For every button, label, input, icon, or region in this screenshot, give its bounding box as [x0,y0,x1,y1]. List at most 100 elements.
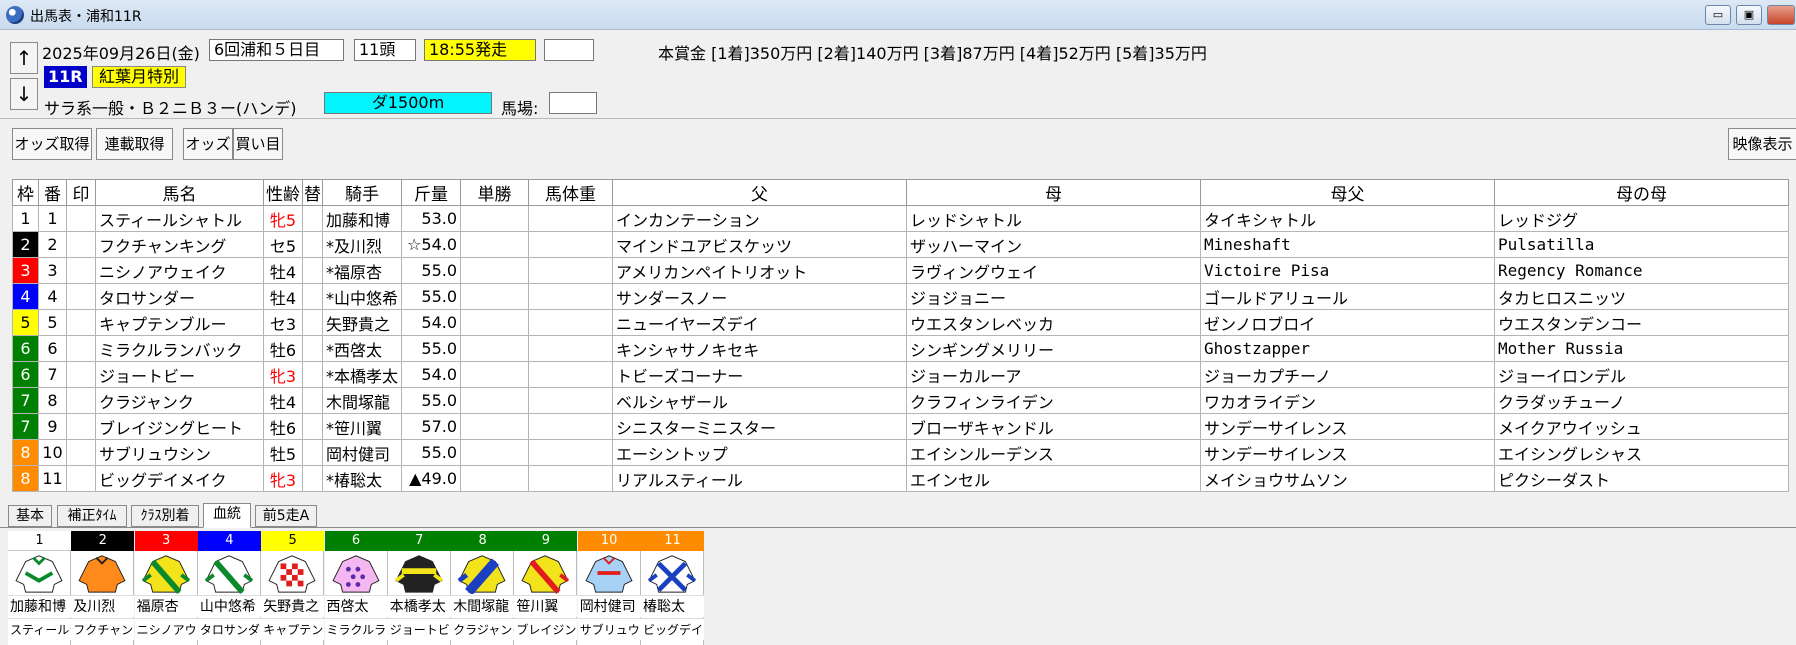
dam-name: エインセル [906,465,1202,492]
body-weight [528,413,614,440]
going-label: 馬場: [501,99,539,118]
jockey-change [302,231,323,258]
body-weight [528,309,614,336]
carried-weight: ☆54.0 [401,231,462,258]
close-button[interactable] [1767,5,1795,25]
prev-race-button[interactable]: ↑ [10,42,38,74]
entry-table: 枠 番 印 馬名 性齢 替 騎手 斤量 単勝 馬体重 父 母 母父 母の母 11… [12,179,1790,492]
jockey-silks-icon [11,552,67,594]
table-row[interactable]: 8 11 ビッグデイメイク 牝3 *椿聡太 ▲49.0 リアルスティール エインセル メイショウ… [12,465,1790,492]
jockey-silks-icon [517,552,573,594]
tab-pedigree[interactable]: 血統 [203,503,251,528]
waku-cell: 2 [12,231,39,258]
sire-name: インカンテーション [612,205,908,232]
body-weight [528,283,614,310]
restore-button[interactable]: ▣ [1736,5,1762,25]
table-row[interactable]: 2 2 フクチャンキング セ5 *及川烈 ☆54.0 マインドユアビスケッツ ザッハーマイン M… [12,231,1790,258]
header-number[interactable]: 番 [38,179,67,206]
title-bar: 出馬表・浦和11R ▭ ▣ [0,0,1796,30]
silk-jockey-name: 本橋孝太 [387,595,451,617]
broodmare-sire: Ghostzapper [1200,335,1496,362]
table-row[interactable]: 4 4 タロサンダー 牡4 *山中悠希 55.0 サンダースノー ジョジョニー ゴールドアリュー… [12,283,1790,310]
broodmare-sire: メイショウサムソン [1200,465,1496,492]
header-change[interactable]: 替 [302,179,323,206]
tab-basic[interactable]: 基本 [8,505,52,527]
second-dam: ピクシーダスト [1494,465,1790,492]
table-row[interactable]: 8 10 サブリュウシン 牡5 岡村健司 55.0 エーシントップ エイシンルーデンス サンデー… [12,439,1790,466]
video-button[interactable]: 映像表示 [1728,128,1796,160]
sex-age: 牝5 [263,205,303,232]
header-broodmare-sire[interactable]: 母父 [1200,179,1496,206]
header-weight[interactable]: 斤量 [401,179,462,206]
waku-cell: 8 [12,439,39,466]
header-sire[interactable]: 父 [612,179,908,206]
jockey-name: 岡村健司 [321,439,403,466]
tab-class-results[interactable]: ｸﾗｽ別着 [131,505,199,527]
table-row[interactable]: 7 8 クラジャンク 牡4 木間塚龍 55.0 ベルシャザール クラフィンライデン ワカオライデ… [12,387,1790,414]
win-odds [460,257,530,284]
horse-name: ニシノアウェイク [95,257,264,284]
jockey-name: *福原杏 [321,257,403,284]
header-waku[interactable]: 枠 [12,179,39,206]
header-dam[interactable]: 母 [906,179,1202,206]
silk-card: 1 加藤和博スティールシャトル [8,531,71,645]
second-dam: レッドジグ [1494,205,1790,232]
horse-number: 8 [38,387,67,414]
silk-number: 1 [8,531,71,551]
minimize-button[interactable]: ▭ [1705,5,1731,25]
body-weight [528,335,614,362]
silk-card: 2 及川烈フクチャンキング [71,531,135,645]
bet-button[interactable]: 買い目 [233,128,283,160]
meeting-field: 6回浦和５日目 [209,39,344,61]
post-time: 18:55発走 [424,39,536,61]
waku-cell: 1 [12,205,39,232]
odds-fetch-button[interactable]: オッズ取得 [12,128,92,160]
sire-name: ベルシャザール [612,387,908,414]
header-body-weight[interactable]: 馬体重 [528,179,614,206]
mark-cell [66,231,96,258]
table-row[interactable]: 5 5 キャプテンブルー セ3 矢野貴之 54.0 ニューイヤーズデイ ウエスタンレベッカ ゼン… [12,309,1790,336]
dam-name: ラヴィングウェイ [906,257,1202,284]
tab-last-5-runs[interactable]: 前5走A [255,505,317,527]
second-dam: タカヒロスニッツ [1494,283,1790,310]
jockey-silks-icon [581,552,637,594]
horse-number: 4 [38,283,67,310]
sire-name: ニューイヤーズデイ [612,309,908,336]
table-header-row: 枠 番 印 馬名 性齢 替 騎手 斤量 単勝 馬体重 父 母 母父 母の母 [12,179,1790,206]
header-horse-name[interactable]: 馬名 [95,179,264,206]
table-row[interactable]: 7 9 ブレイジングヒート 牡6 *笹川翼 57.0 シニスターミニスター ブローザキャンドル… [12,413,1790,440]
mark-cell [66,257,96,284]
quinella-fetch-button[interactable]: 連載取得 [96,128,173,160]
dam-name: シンギングメリリー [906,335,1202,362]
prize-money: 本賞金 [1着]350万円 [2着]140万円 [3着]87万円 [4着]52万… [658,44,1207,63]
waku-cell: 7 [12,387,39,414]
odds-button[interactable]: オッズ [183,128,233,160]
silk-jockey-name: 福原杏 [134,595,198,617]
table-row[interactable]: 1 1 スティールシャトル 牝5 加藤和博 53.0 インカンテーション レッドシャトル タイキ… [12,205,1790,232]
silk-horse-name: キャプテンブルー [261,618,325,640]
waku-cell: 7 [12,413,39,440]
broodmare-sire: ワカオライデン [1200,387,1496,414]
table-row[interactable]: 6 7 ジョートビー 牝3 *本橋孝太 54.0 トビーズコーナー ジョーカルーア ジョーカプチ… [12,361,1790,388]
jockey-silks-icon [264,552,320,594]
jockey-change [302,283,323,310]
horse-name: ジョートビー [95,361,264,388]
win-odds [460,361,530,388]
header-mark[interactable]: 印 [66,179,96,206]
carried-weight: 53.0 [401,205,462,232]
header-jockey[interactable]: 騎手 [321,179,403,206]
table-row[interactable]: 3 3 ニシノアウェイク 牡4 *福原杏 55.0 アメリカンペイトリオット ラヴィングウェイ… [12,257,1790,284]
broodmare-sire: Victoire Pisa [1200,257,1496,284]
header-win-odds[interactable]: 単勝 [460,179,530,206]
broodmare-sire: ゴールドアリュール [1200,283,1496,310]
broodmare-sire: タイキシャトル [1200,205,1496,232]
silk-card: 10 岡村健司サブリュウシン [577,531,641,645]
table-row[interactable]: 6 6 ミラクルランバック 牡6 *西啓太 55.0 キンシャサノキセキ シンギングメリリー G… [12,335,1790,362]
next-race-button[interactable]: ↓ [10,78,38,110]
tab-adjusted-time[interactable]: 補正ﾀｲﾑ [57,505,127,527]
header-sex-age[interactable]: 性齢 [263,179,303,206]
carried-weight: 55.0 [401,439,462,466]
silk-jockey-name: 矢野貴之 [261,595,325,617]
header-second-dam[interactable]: 母の母 [1494,179,1790,206]
body-weight [528,205,614,232]
